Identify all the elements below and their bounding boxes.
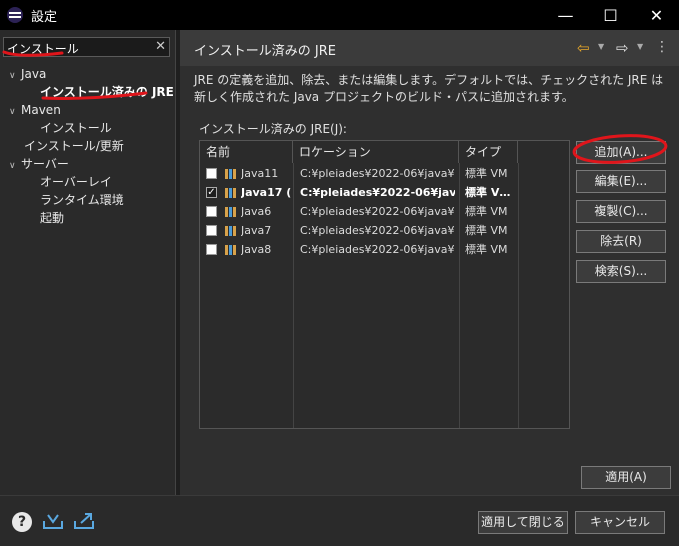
column-header-location[interactable]: ロケーション	[293, 141, 459, 163]
jre-location-cell: C:¥pleiades¥2022-06¥java¥11	[300, 167, 455, 180]
tree-item-server[interactable]: ∨ サーバー	[9, 155, 69, 173]
default-jre-checkbox[interactable]	[206, 206, 217, 217]
jre-location-cell: C:¥pleiades¥2022-06¥java¥8	[300, 243, 455, 256]
column-header-type[interactable]: タイプ	[459, 141, 518, 163]
window-title: 設定	[31, 9, 58, 25]
tree-item-label: 起動	[40, 211, 65, 225]
expand-arrow-icon[interactable]: ∨	[9, 67, 21, 85]
remove-jre-button[interactable]: 除去(R)	[576, 230, 666, 253]
tree-item-label: インストール済みの JRE	[40, 85, 174, 99]
duplicate-jre-button[interactable]: 複製(C)...	[576, 200, 666, 223]
jre-type-cell: 標準 VM	[465, 205, 508, 218]
table-row[interactable]: ✓ Java17 (… C:¥pleiades¥2022-06¥java… 標準 V…	[200, 183, 569, 202]
default-jre-checkbox[interactable]	[206, 244, 217, 255]
tree-item-label: インストール/更新	[24, 139, 124, 153]
jre-library-icon	[225, 188, 236, 198]
title-bar: 設定 — ☐ ✕	[0, 0, 679, 30]
tree-item-maven[interactable]: ∨ Maven	[9, 101, 61, 119]
jre-location-cell: C:¥pleiades¥2022-06¥java…	[300, 186, 455, 199]
tree-item-label: Java	[21, 67, 47, 81]
table-row[interactable]: Java6 C:¥pleiades¥2022-06¥java¥6 標準 VM	[200, 202, 569, 221]
forward-arrow-icon[interactable]: ⇨	[616, 39, 629, 57]
back-dropdown-icon[interactable]: ▼	[598, 42, 604, 51]
import-icon[interactable]	[42, 512, 64, 530]
table-row[interactable]: Java11 C:¥pleiades¥2022-06¥java¥11 標準 VM	[200, 164, 569, 183]
jre-type-cell: 標準 V…	[465, 186, 511, 199]
jre-name-cell: Java7	[241, 224, 272, 237]
tree-item-overlay[interactable]: オーバーレイ	[40, 173, 112, 191]
jre-library-icon	[225, 207, 236, 217]
tree-item-label: インストール	[40, 121, 112, 135]
expand-arrow-icon[interactable]: ∨	[9, 103, 21, 121]
tree-item-install-update[interactable]: インストール/更新	[24, 137, 124, 155]
tree-item-maven-installations[interactable]: インストール	[40, 119, 112, 137]
close-button[interactable]: ✕	[634, 0, 679, 30]
tree-item-installed-jres[interactable]: インストール済みの JRE	[40, 83, 174, 101]
tree-item-label: オーバーレイ	[40, 175, 112, 189]
page-title: インストール済みの JRE	[194, 44, 336, 59]
minimize-button[interactable]: —	[543, 0, 588, 30]
expand-arrow-icon[interactable]: ∨	[9, 157, 21, 175]
tree-item-label: サーバー	[21, 157, 69, 171]
column-header-name[interactable]: 名前	[200, 141, 293, 163]
jre-location-cell: C:¥pleiades¥2022-06¥java¥6	[300, 205, 455, 218]
tree-item-runtime-environments[interactable]: ランタイム環境	[40, 191, 124, 209]
tree-item-java[interactable]: ∨ Java	[9, 65, 46, 83]
jre-name-cell: Java6	[241, 205, 272, 218]
jre-location-cell: C:¥pleiades¥2022-06¥java¥7	[300, 224, 455, 237]
eclipse-app-icon	[7, 7, 23, 23]
clear-filter-icon[interactable]: ✕	[155, 39, 166, 54]
tree-item-label: Maven	[21, 103, 61, 117]
jre-name-cell: Java17 (…	[241, 186, 291, 199]
jre-name-cell: Java8	[241, 243, 272, 256]
cancel-button[interactable]: キャンセル	[575, 511, 665, 534]
search-jre-button[interactable]: 検索(S)...	[576, 260, 666, 283]
export-icon[interactable]	[73, 512, 95, 530]
jre-library-icon	[225, 169, 236, 179]
tree-item-startup[interactable]: 起動	[40, 209, 64, 227]
dialog-button-bar: ? 適用して閉じる キャンセル	[0, 495, 679, 546]
default-jre-checkbox[interactable]	[206, 225, 217, 236]
filter-input[interactable]: インストール ✕	[3, 37, 170, 57]
jre-type-cell: 標準 VM	[465, 224, 508, 237]
filter-text[interactable]: インストール	[7, 40, 79, 57]
edit-jre-button[interactable]: 編集(E)...	[576, 170, 666, 193]
page-header: インストール済みの JRE ⇦ ▼ ⇨ ▼ ⋮	[180, 30, 679, 66]
back-arrow-icon[interactable]: ⇦	[577, 39, 590, 57]
installed-jres-table[interactable]: 名前 ロケーション タイプ Java11 C:¥pleiades¥2022-06¥…	[199, 140, 570, 429]
installed-jres-label: インストール済みの JRE(J):	[199, 122, 347, 136]
page-description: JRE の定義を追加、除去、または編集します。デフォルトでは、チェックされた J…	[194, 73, 664, 104]
help-icon[interactable]: ?	[12, 512, 32, 532]
apply-and-close-button[interactable]: 適用して閉じる	[478, 511, 568, 534]
jre-type-cell: 標準 VM	[465, 167, 508, 180]
jre-type-cell: 標準 VM	[465, 243, 508, 256]
jre-library-icon	[225, 245, 236, 255]
view-menu-icon[interactable]: ⋮	[655, 39, 669, 55]
default-jre-checkbox[interactable]	[206, 168, 217, 179]
apply-button[interactable]: 適用(A)	[581, 466, 671, 489]
maximize-button[interactable]: ☐	[588, 0, 633, 30]
tree-item-label: ランタイム環境	[40, 193, 124, 207]
add-jre-button[interactable]: 追加(A)...	[576, 141, 666, 164]
jre-name-cell: Java11	[241, 167, 279, 180]
table-row[interactable]: Java8 C:¥pleiades¥2022-06¥java¥8 標準 VM	[200, 240, 569, 259]
table-row[interactable]: Java7 C:¥pleiades¥2022-06¥java¥7 標準 VM	[200, 221, 569, 240]
forward-dropdown-icon[interactable]: ▼	[637, 42, 643, 51]
jre-library-icon	[225, 226, 236, 236]
preferences-tree-pane: インストール ✕ ∨ Java インストール済みの JRE ∨ Maven インスト…	[0, 30, 176, 495]
default-jre-checkbox[interactable]: ✓	[206, 187, 217, 198]
